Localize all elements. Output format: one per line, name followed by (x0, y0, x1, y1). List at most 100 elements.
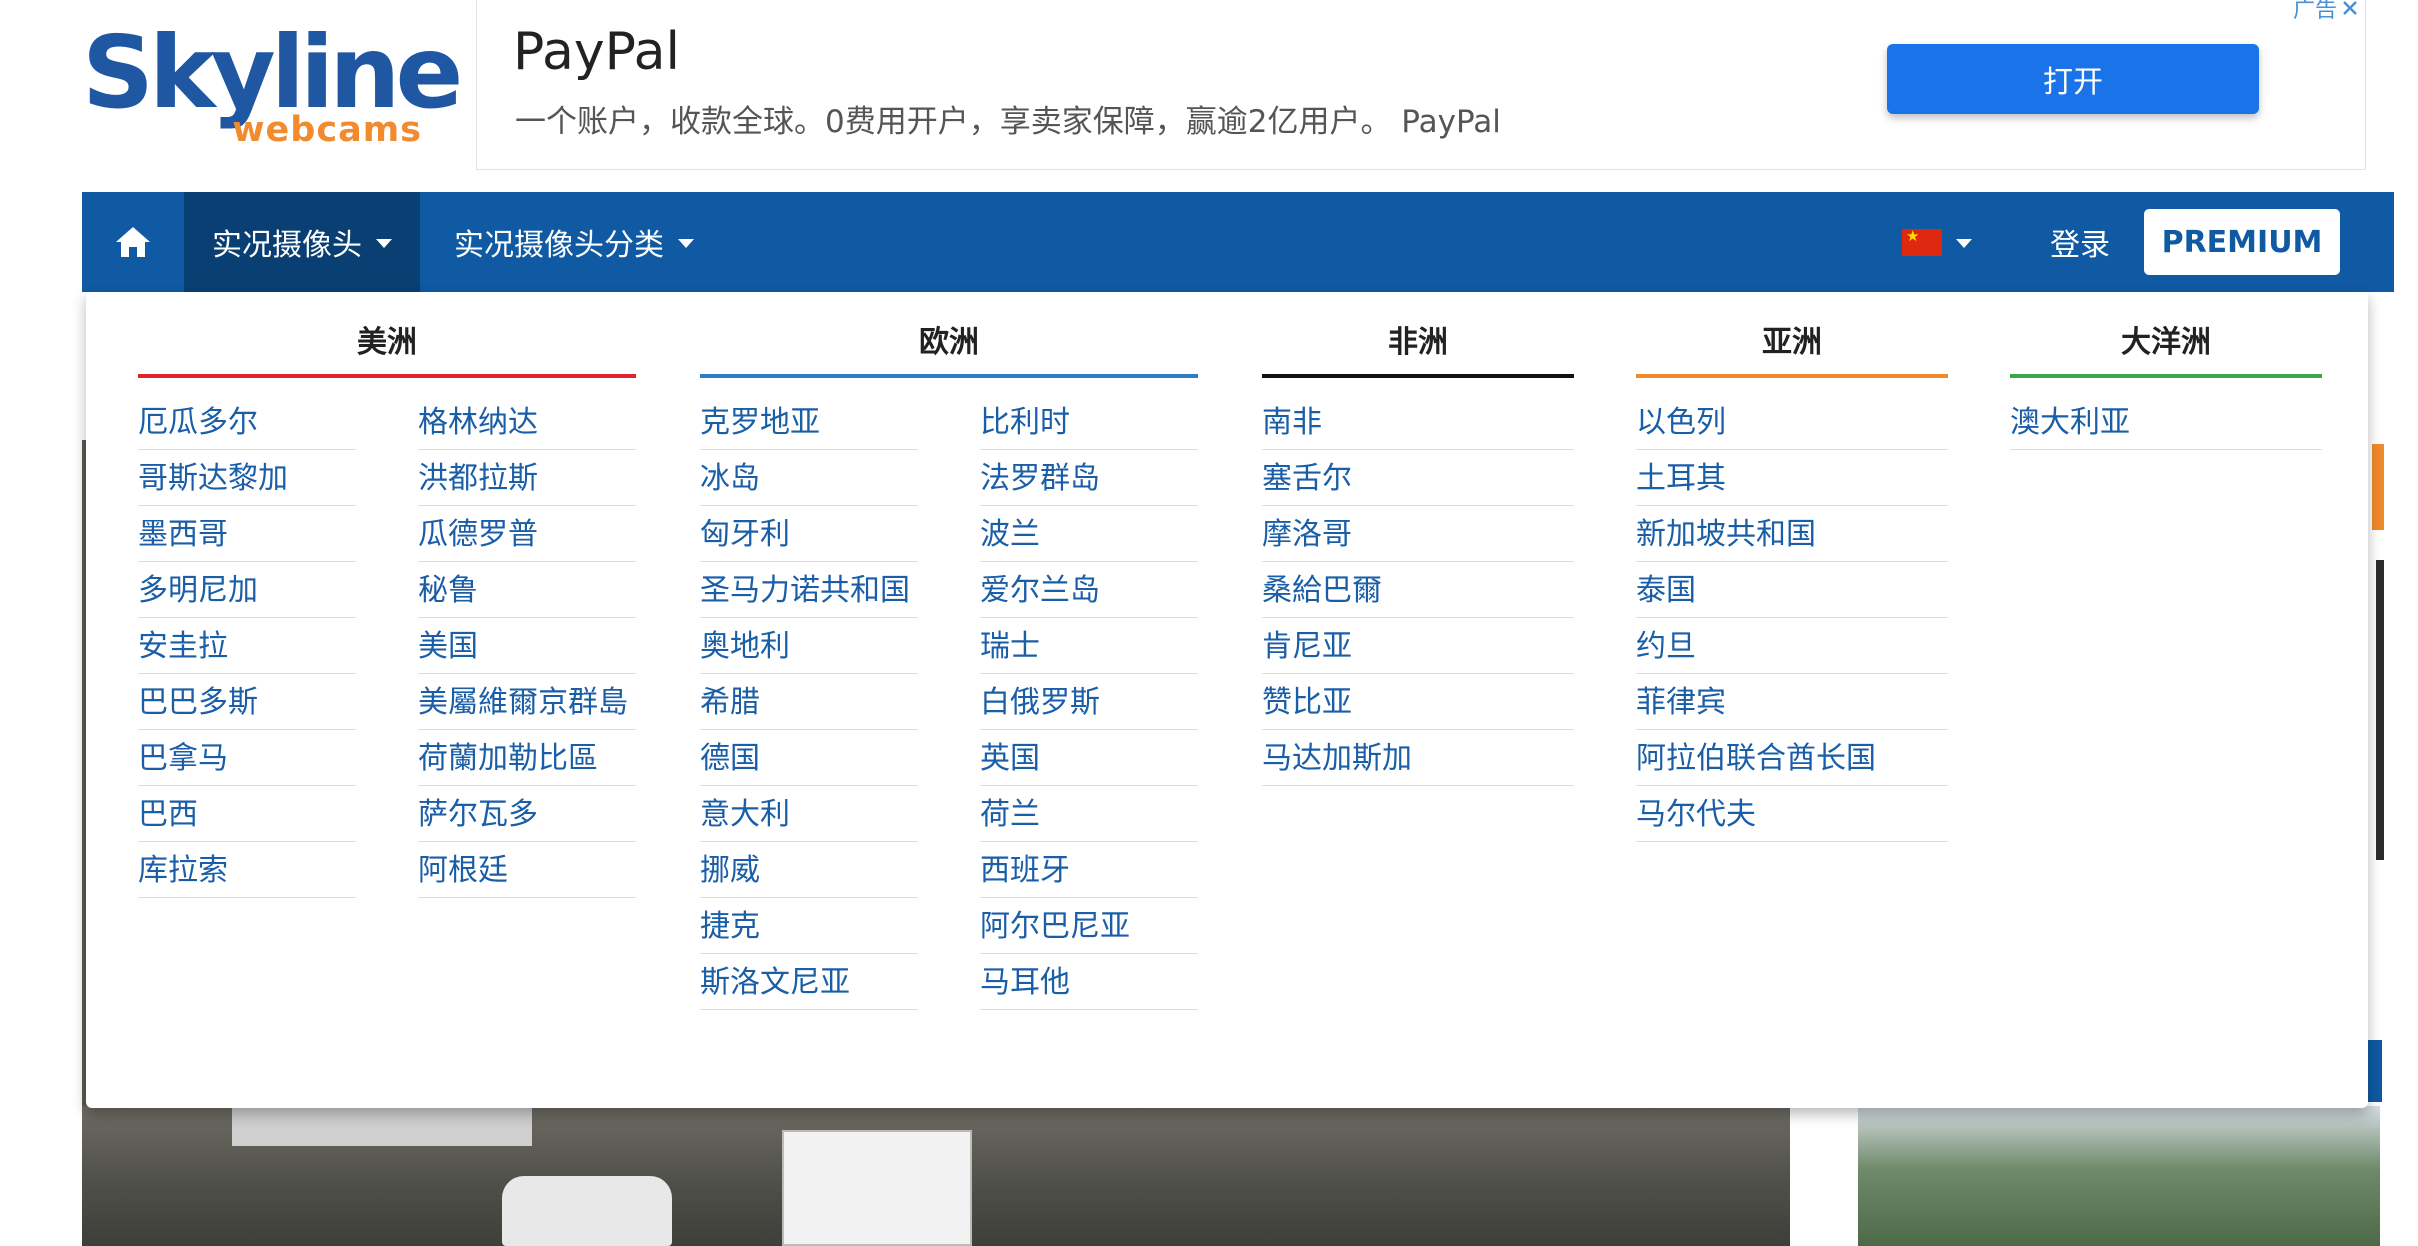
logo-sub-text: webcams (232, 110, 422, 150)
country-list: 南非 塞舌尔 摩洛哥 桑給巴爾 肯尼亚 赞比亚 马达加斯加 (1262, 394, 1574, 786)
thumbnail-car-shape (502, 1176, 672, 1246)
chevron-down-icon (376, 239, 392, 248)
country-link[interactable]: 赞比亚 (1262, 674, 1574, 730)
country-link[interactable]: 捷克 (700, 898, 918, 954)
country-link[interactable]: 萨尔瓦多 (418, 786, 636, 842)
country-link[interactable]: 安圭拉 (138, 618, 356, 674)
region-americas: 美洲 厄瓜多尔 哥斯达黎加 墨西哥 多明尼加 安圭拉 巴巴多斯 巴拿马 巴西 库… (138, 320, 636, 898)
country-link[interactable]: 法罗群岛 (980, 450, 1198, 506)
country-link[interactable]: 新加坡共和国 (1636, 506, 1948, 562)
country-link[interactable]: 希腊 (700, 674, 918, 730)
region-divider (1636, 374, 1948, 378)
nav-categories[interactable]: 实况摄像头分类 (454, 192, 694, 292)
region-title[interactable]: 美洲 (138, 320, 636, 374)
country-link[interactable]: 意大利 (700, 786, 918, 842)
country-link[interactable]: 巴拿马 (138, 730, 356, 786)
region-oceania: 大洋洲 澳大利亚 (2010, 320, 2322, 450)
country-link[interactable]: 土耳其 (1636, 450, 1948, 506)
country-link[interactable]: 秘鲁 (418, 562, 636, 618)
country-link[interactable]: 荷蘭加勒比區 (418, 730, 636, 786)
home-button[interactable] (82, 192, 184, 292)
nav-live-cams-label: 实况摄像头 (212, 228, 362, 263)
country-link[interactable]: 西班牙 (980, 842, 1198, 898)
country-link[interactable]: 泰国 (1636, 562, 1948, 618)
country-link[interactable]: 美国 (418, 618, 636, 674)
ad-title[interactable]: PayPal (513, 22, 680, 82)
country-link[interactable]: 格林纳达 (418, 394, 636, 450)
country-link[interactable]: 澳大利亚 (2010, 394, 2322, 450)
country-link[interactable]: 白俄罗斯 (980, 674, 1198, 730)
login-link[interactable]: 登录 (2050, 192, 2110, 292)
region-title[interactable]: 亚洲 (1636, 320, 1948, 374)
thumbnail-truck-shape (782, 1130, 972, 1246)
background-dark-edge (2376, 560, 2384, 860)
region-africa: 非洲 南非 塞舌尔 摩洛哥 桑給巴爾 肯尼亚 赞比亚 马达加斯加 (1262, 320, 1574, 786)
region-divider (138, 374, 636, 378)
country-link[interactable]: 马耳他 (980, 954, 1198, 1010)
country-link[interactable]: 克罗地亚 (700, 394, 918, 450)
webcam-thumbnail-right[interactable] (1858, 1106, 2380, 1246)
region-title[interactable]: 非洲 (1262, 320, 1574, 374)
nav-categories-label: 实况摄像头分类 (454, 228, 664, 263)
nav-live-cams[interactable]: 实况摄像头 (184, 192, 420, 292)
country-link[interactable]: 波兰 (980, 506, 1198, 562)
ad-banner[interactable]: PayPal 一个账户，收款全球。0费用开户，享卖家保障，赢逾2亿用户。 Pay… (476, 0, 2366, 170)
country-link[interactable]: 巴西 (138, 786, 356, 842)
country-link[interactable]: 阿拉伯联合酋长国 (1636, 730, 1948, 786)
country-link[interactable]: 挪威 (700, 842, 918, 898)
region-asia: 亚洲 以色列 土耳其 新加坡共和国 泰国 约旦 菲律宾 阿拉伯联合酋长国 马尔代… (1636, 320, 1948, 842)
country-link[interactable]: 阿根廷 (418, 842, 636, 898)
ad-tag[interactable]: 广告 (2293, 0, 2359, 24)
country-link[interactable]: 圣马力诺共和国 (700, 562, 918, 618)
country-link[interactable]: 比利时 (980, 394, 1198, 450)
login-label: 登录 (2050, 228, 2110, 263)
country-link[interactable]: 荷兰 (980, 786, 1198, 842)
country-link[interactable]: 塞舌尔 (1262, 450, 1574, 506)
country-link[interactable]: 马达加斯加 (1262, 730, 1574, 786)
chevron-down-icon (1956, 239, 1972, 248)
country-link[interactable]: 匈牙利 (700, 506, 918, 562)
country-link[interactable]: 以色列 (1636, 394, 1948, 450)
country-link[interactable]: 瓜德罗普 (418, 506, 636, 562)
language-selector[interactable] (1902, 192, 1972, 292)
premium-button[interactable]: PREMIUM (2144, 209, 2340, 275)
country-link[interactable]: 墨西哥 (138, 506, 356, 562)
country-link[interactable]: 菲律宾 (1636, 674, 1948, 730)
country-link[interactable]: 桑給巴爾 (1262, 562, 1574, 618)
skyline-logo[interactable]: Skyline webcams (82, 18, 463, 151)
country-link[interactable]: 厄瓜多尔 (138, 394, 356, 450)
ad-close-icon[interactable] (2341, 0, 2359, 17)
region-title[interactable]: 大洋洲 (2010, 320, 2322, 374)
country-link[interactable]: 冰岛 (700, 450, 918, 506)
webcam-thumbnail-left[interactable] (82, 1106, 1790, 1246)
region-divider (700, 374, 1198, 378)
country-link[interactable]: 爱尔兰岛 (980, 562, 1198, 618)
country-link[interactable]: 斯洛文尼亚 (700, 954, 918, 1010)
country-list: 厄瓜多尔 哥斯达黎加 墨西哥 多明尼加 安圭拉 巴巴多斯 巴拿马 巴西 库拉索 (138, 394, 356, 898)
ad-description[interactable]: 一个账户，收款全球。0费用开户，享卖家保障，赢逾2亿用户。 PayPal (515, 96, 1501, 141)
country-link[interactable]: 肯尼亚 (1262, 618, 1574, 674)
country-link[interactable]: 摩洛哥 (1262, 506, 1574, 562)
country-list: 以色列 土耳其 新加坡共和国 泰国 约旦 菲律宾 阿拉伯联合酋长国 马尔代夫 (1636, 394, 1948, 842)
thumbnail-canopy-shape (232, 1106, 532, 1146)
ad-open-button[interactable]: 打开 (1887, 44, 2259, 114)
region-title[interactable]: 欧洲 (700, 320, 1198, 374)
country-link[interactable]: 约旦 (1636, 618, 1948, 674)
country-link[interactable]: 瑞士 (980, 618, 1198, 674)
china-flag-icon (1902, 226, 1942, 256)
country-link[interactable]: 哥斯达黎加 (138, 450, 356, 506)
country-link[interactable]: 英国 (980, 730, 1198, 786)
country-link[interactable]: 多明尼加 (138, 562, 356, 618)
country-link[interactable]: 德国 (700, 730, 918, 786)
live-cams-dropdown: 美洲 厄瓜多尔 哥斯达黎加 墨西哥 多明尼加 安圭拉 巴巴多斯 巴拿马 巴西 库… (86, 292, 2368, 1108)
country-link[interactable]: 洪都拉斯 (418, 450, 636, 506)
country-link[interactable]: 美屬維爾京群島 (418, 674, 636, 730)
ad-tag-label: 广告 (2292, 0, 2337, 23)
country-link[interactable]: 奥地利 (700, 618, 918, 674)
country-link[interactable]: 南非 (1262, 394, 1574, 450)
country-link[interactable]: 库拉索 (138, 842, 356, 898)
country-link[interactable]: 马尔代夫 (1636, 786, 1948, 842)
country-link[interactable]: 巴巴多斯 (138, 674, 356, 730)
background-blue-edge (2368, 1040, 2382, 1102)
country-link[interactable]: 阿尔巴尼亚 (980, 898, 1198, 954)
